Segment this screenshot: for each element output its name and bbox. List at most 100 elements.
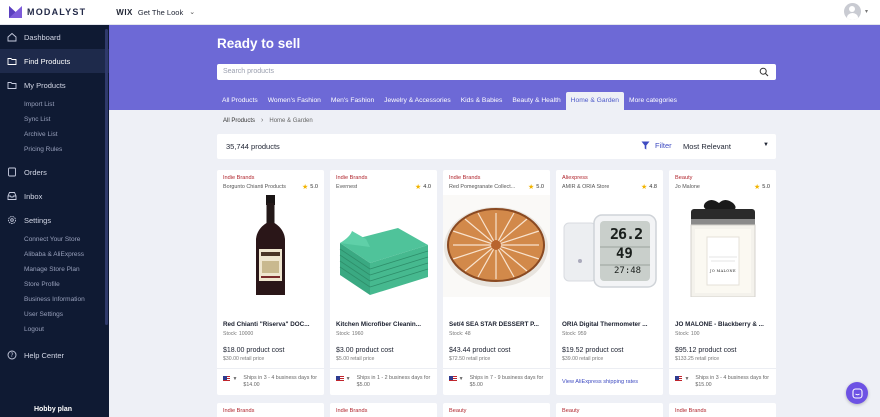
rating-value: 5.0 (310, 183, 318, 190)
shipping-info: ▼ Ships in 7 - 9 business days for $5.00 (449, 375, 545, 389)
shop-name[interactable]: Borgunto Chianti Products (223, 184, 286, 190)
product-title[interactable]: Set/4 SEA STAR DESSERT P... (449, 321, 545, 328)
tab-all-products[interactable]: All Products (217, 92, 263, 110)
hero-banner: Ready to sell Search products All Produc… (109, 25, 880, 110)
filter-button[interactable]: Filter (641, 141, 672, 150)
product-title[interactable]: ORIA Digital Thermometer ... (562, 321, 658, 328)
avatar[interactable] (843, 3, 861, 20)
sidebar-subitem-sync-list[interactable]: Sync List (0, 112, 109, 127)
product-card[interactable]: Beauty (556, 403, 663, 417)
product-card[interactable]: Beauty (443, 403, 550, 417)
product-card[interactable]: Indie Brands (669, 403, 776, 417)
sidebar: Dashboard Find Products My Products Impo… (0, 25, 109, 417)
chevron-down-icon[interactable]: ▼ (346, 376, 351, 382)
chat-icon (851, 387, 863, 399)
sidebar-subitem-archive-list[interactable]: Archive List (0, 127, 109, 142)
search-icon[interactable] (759, 67, 769, 79)
tab-beauty-health[interactable]: Beauty & Health (507, 92, 565, 110)
chevron-down-icon[interactable]: ▼ (232, 376, 237, 382)
sidebar-subitem-store-plan[interactable]: Manage Store Plan (0, 262, 109, 277)
us-flag-icon[interactable] (449, 376, 457, 382)
sidebar-subitem-logout[interactable]: Logout (0, 322, 109, 337)
sidebar-item-find-products[interactable]: Find Products (0, 49, 109, 73)
sidebar-item-inbox[interactable]: Inbox (0, 184, 109, 208)
microfiber-cloths-icon[interactable] (330, 195, 437, 297)
sidebar-subitem-store-profile[interactable]: Store Profile (0, 277, 109, 292)
candle-jar-icon[interactable]: JO MALONE (669, 195, 776, 297)
search-placeholder: Search products (223, 68, 274, 75)
shipping-text: Ships in 3 - 4 business days for $15.00 (695, 375, 770, 388)
sidebar-scrollbar[interactable] (105, 29, 108, 325)
source-label: Beauty (562, 408, 580, 414)
chevron-down-icon[interactable]: ▼ (459, 376, 464, 382)
account-menu[interactable]: ▾ (843, 3, 868, 20)
sidebar-item-label: Inbox (24, 191, 43, 201)
stock: Stock: 10000 (223, 331, 254, 337)
product-card[interactable]: Aliexpress AMIR & ORIA Store ★ 4.8 26.2 4… (556, 170, 663, 395)
product-card[interactable]: Indie Brands (217, 403, 324, 417)
sidebar-subitem-connect-store[interactable]: Connect Your Store (0, 232, 109, 247)
sidebar-item-settings[interactable]: Settings (0, 208, 109, 232)
chevron-down-icon[interactable]: ⌄ (189, 8, 195, 16)
source-label: Indie Brands (223, 408, 255, 414)
breadcrumb-root[interactable]: All Products (223, 118, 255, 124)
chat-button[interactable] (846, 382, 868, 404)
us-flag-icon[interactable] (223, 376, 231, 382)
sidebar-subitem-pricing-rules[interactable]: Pricing Rules (0, 142, 109, 157)
product-card[interactable]: Indie Brands Red Pomegranate Collect... … (443, 170, 550, 395)
chevron-down-icon[interactable]: ▼ (684, 376, 689, 382)
chevron-down-icon[interactable]: ▾ (865, 8, 868, 15)
sidebar-subitem-alibaba[interactable]: Alibaba & AliExpress (0, 247, 109, 262)
tab-womens-fashion[interactable]: Women's Fashion (263, 92, 326, 110)
divider (443, 368, 550, 369)
dessert-plate-icon[interactable] (443, 195, 550, 297)
product-title[interactable]: Red Chianti "Riserva" DOC... (223, 321, 319, 328)
us-flag-icon[interactable] (675, 376, 683, 382)
tab-mens-fashion[interactable]: Men's Fashion (326, 92, 379, 110)
sort-select[interactable]: Most Relevant ▼ (683, 142, 769, 151)
sidebar-item-dashboard[interactable]: Dashboard (0, 25, 109, 49)
tab-jewelry[interactable]: Jewelry & Accessories (379, 92, 456, 110)
product-title[interactable]: Kitchen Microfiber Cleanin... (336, 321, 432, 328)
wine-bottle-icon[interactable] (217, 195, 324, 297)
star-icon: ★ (640, 183, 648, 191)
site-name[interactable]: Get The Look (138, 8, 183, 17)
rating: ★ 5.0 (302, 183, 318, 191)
tab-kids-babies[interactable]: Kids & Babies (456, 92, 508, 110)
sidebar-item-help-center[interactable]: ? Help Center (0, 343, 109, 367)
product-cost: $43.44 product cost (449, 347, 511, 354)
product-card[interactable]: Indie Brands (330, 403, 437, 417)
shipping-info: ▼ Ships in 1 - 2 business days for $5.00 (336, 375, 432, 389)
tab-home-garden[interactable]: Home & Garden (565, 92, 624, 110)
retail-price: $39.00 retail price (562, 356, 604, 362)
sidebar-subitem-user-settings[interactable]: User Settings (0, 307, 109, 322)
search-input[interactable]: Search products (217, 64, 776, 80)
wix-brand: WIX (116, 7, 133, 17)
sidebar-subitem-import-list[interactable]: Import List (0, 97, 109, 112)
sidebar-item-my-products[interactable]: My Products (0, 73, 109, 97)
source-label: Beauty (449, 408, 467, 414)
product-card[interactable]: Indie Brands Evernest ★ 4.0 Kitchen Micro… (330, 170, 437, 395)
sort-value: Most Relevant (683, 142, 731, 151)
rating: ★ 5.0 (754, 183, 770, 191)
star-icon: ★ (753, 183, 761, 191)
shop-name[interactable]: Evernest (336, 184, 357, 190)
sidebar-item-label: Orders (24, 167, 47, 177)
product-card[interactable]: Indie Brands Borgunto Chianti Products ★… (217, 170, 324, 395)
top-bar: MODALYST WIX Get The Look ⌄ ▾ (0, 0, 880, 25)
shop-name[interactable]: AMIR & ORIA Store (562, 184, 609, 190)
help-icon: ? (7, 350, 17, 360)
tab-more-categories[interactable]: More categories (624, 92, 682, 110)
shop-name[interactable]: Red Pomegranate Collect... (449, 184, 515, 190)
product-card[interactable]: Beauty Jo Malone ★ 5.0 JO MALONE JO MALON… (669, 170, 776, 395)
sidebar-subitem-business-info[interactable]: Business Information (0, 292, 109, 307)
shipping-rates-link[interactable]: View AliExpress shipping rates (562, 379, 638, 385)
source-label: Indie Brands (449, 175, 481, 181)
plan-label: Hobby plan (33, 406, 73, 413)
rating-value: 5.0 (762, 183, 770, 190)
thermometer-icon[interactable]: 26.2 49 27:48 (556, 195, 663, 297)
sidebar-item-orders[interactable]: Orders (0, 160, 109, 184)
us-flag-icon[interactable] (336, 376, 344, 382)
shop-name[interactable]: Jo Malone (675, 184, 700, 190)
product-title[interactable]: JO MALONE - Blackberry & ... (675, 321, 771, 328)
